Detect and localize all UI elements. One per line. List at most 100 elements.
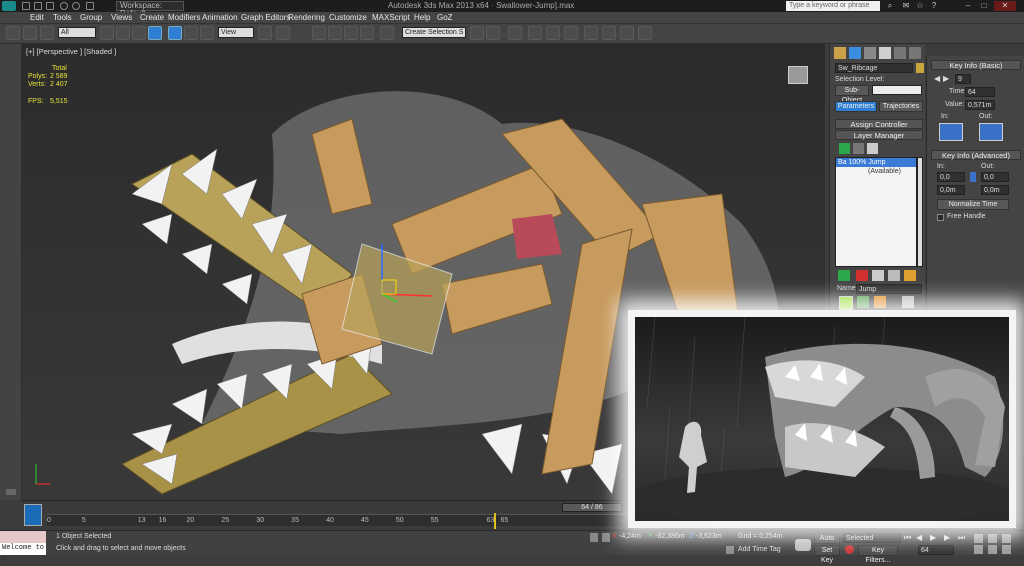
parameters-button[interactable]: Parameters (835, 101, 877, 112)
layer-save-icon[interactable] (874, 296, 886, 308)
key-number-field[interactable]: 9 (955, 74, 971, 84)
menu-tools[interactable]: Tools (53, 13, 72, 22)
rendered-frame-window-icon[interactable] (620, 26, 634, 40)
layer-delete-icon[interactable] (856, 270, 868, 281)
layer-add-icon[interactable] (838, 270, 850, 281)
minimize-button[interactable]: – (962, 1, 974, 11)
orbit-icon[interactable] (1002, 534, 1011, 543)
menu-group[interactable]: Group (80, 13, 102, 22)
link-icon[interactable] (6, 26, 20, 40)
maxscript-listener[interactable]: Welcome to : (0, 543, 46, 563)
normalize-time-button[interactable]: Normalize Time (937, 199, 1009, 210)
layer-extra-icon[interactable] (902, 296, 914, 308)
sub-object-dropdown[interactable] (872, 85, 922, 95)
goto-end-icon[interactable]: ⏭ (958, 533, 965, 543)
menu-customize[interactable]: Customize (329, 13, 367, 22)
menu-goz[interactable]: GoZ (437, 13, 453, 22)
utilities-tab-icon[interactable] (909, 47, 921, 59)
play-layer-icon[interactable] (839, 143, 850, 154)
hierarchy-tab-icon[interactable] (864, 47, 876, 59)
render-production-icon[interactable] (638, 26, 652, 40)
curve-editor-icon[interactable] (546, 26, 560, 40)
layer-copy-icon[interactable] (872, 270, 884, 281)
manipulate-icon[interactable] (276, 26, 290, 40)
layer-move-icon[interactable] (857, 296, 869, 308)
select-and-move-icon[interactable] (168, 26, 182, 40)
key-info-basic-rollout[interactable]: Key Info (Basic) (931, 60, 1021, 70)
favorites-icon[interactable]: ☆ (914, 1, 926, 11)
trajectories-button[interactable]: Trajectories (879, 101, 923, 112)
key-info-advanced-rollout[interactable]: Key Info (Advanced) (931, 150, 1021, 160)
out-tangent-button-icon[interactable] (979, 123, 1003, 141)
bind-space-warp-icon[interactable] (40, 26, 54, 40)
maxscript-mini-red[interactable] (0, 531, 46, 543)
free-handle-checkbox[interactable] (937, 214, 944, 221)
adv-out-field[interactable]: 0,0 (981, 172, 1009, 182)
menu-graph-editors[interactable]: Graph Editors (241, 13, 290, 22)
value-field[interactable]: 0,571m (965, 100, 995, 110)
coord-x-field[interactable]: -4,24m (619, 533, 641, 540)
mirror-icon[interactable] (470, 26, 484, 40)
time-slider[interactable]: 64 / 86 (562, 503, 622, 512)
set-key-button[interactable]: Set Key (814, 545, 840, 564)
workspace-dropdown[interactable]: Workspace: Default (116, 1, 184, 18)
timeline-thumb-icon[interactable] (24, 504, 42, 526)
layer-color-button[interactable] (839, 296, 853, 310)
menu-help[interactable]: Help (414, 13, 430, 22)
auto-key-button[interactable]: Auto Key (814, 533, 840, 552)
coord-y-field[interactable]: -82,386m (655, 533, 685, 540)
add-time-tag-label[interactable]: Add Time Tag (738, 546, 781, 553)
layer-manager-icon[interactable] (508, 26, 522, 40)
zoom-icon[interactable] (988, 534, 997, 543)
play-icon[interactable]: ▶ (930, 533, 936, 542)
next-frame-icon[interactable]: ▶ (944, 533, 950, 542)
window-crossing-icon[interactable] (148, 26, 162, 40)
object-name-field[interactable]: Sw_Ribcage (835, 63, 913, 73)
next-key-icon[interactable]: ▶ (943, 74, 949, 83)
material-editor-icon[interactable] (584, 26, 598, 40)
app-logo[interactable] (2, 1, 16, 11)
assign-controller-rollout[interactable]: Assign Controller (835, 119, 923, 129)
modify-tab-icon[interactable] (849, 47, 861, 59)
communication-center-icon[interactable]: ✉ (900, 1, 912, 11)
strip-grip-icon[interactable] (6, 489, 16, 495)
maximize-button[interactable]: □ (978, 1, 990, 11)
menu-views[interactable]: Views (111, 13, 132, 22)
key-icon[interactable] (795, 539, 811, 551)
help-icon[interactable]: ? (928, 1, 940, 11)
timeline-playhead[interactable] (493, 513, 496, 529)
layer-name-field[interactable]: Jump (856, 284, 922, 294)
layer-paste-icon[interactable] (888, 270, 900, 281)
absolute-mode-icon[interactable] (602, 533, 610, 542)
zoom-extents-icon[interactable] (974, 545, 983, 554)
key-mode-dropdown[interactable]: Selected (843, 533, 901, 543)
prev-frame-icon[interactable]: ◀ (916, 533, 922, 542)
open-file-icon[interactable] (34, 2, 42, 10)
sub-object-button[interactable]: Sub-Object (835, 85, 869, 104)
adv-out-speed-field[interactable]: 0,0m (981, 185, 1009, 195)
render-setup-icon[interactable] (602, 26, 616, 40)
adv-in-speed-field[interactable]: 0,0m (937, 185, 965, 195)
select-and-rotate-icon[interactable] (184, 26, 198, 40)
snaps-toggle-icon[interactable] (312, 26, 326, 40)
save-file-icon[interactable] (46, 2, 54, 10)
graphite-modeling-icon[interactable] (528, 26, 542, 40)
in-tangent-button-icon[interactable] (939, 123, 963, 141)
time-field[interactable]: 64 (965, 87, 995, 97)
layer-manager-rollout[interactable]: Layer Manager (835, 130, 923, 140)
project-folder-icon[interactable] (86, 2, 94, 10)
spinner-snap-icon[interactable] (360, 26, 374, 40)
redo-icon[interactable] (72, 2, 80, 10)
layer-collapse-icon[interactable] (904, 270, 916, 281)
unlink-icon[interactable] (23, 26, 37, 40)
maximize-viewport-icon[interactable] (1002, 545, 1011, 554)
pivot-center-icon[interactable] (258, 26, 272, 40)
layer-list-item[interactable]: Ba 100% Jump (836, 158, 916, 167)
menu-create[interactable]: Create (140, 13, 164, 22)
edit-named-selection-icon[interactable] (380, 26, 394, 40)
rectangular-selection-icon[interactable] (132, 26, 146, 40)
key-filters-button[interactable]: Key Filters... (858, 545, 898, 564)
select-and-scale-icon[interactable] (200, 26, 214, 40)
create-tab-icon[interactable] (834, 47, 846, 59)
lock-icon[interactable] (970, 172, 976, 182)
